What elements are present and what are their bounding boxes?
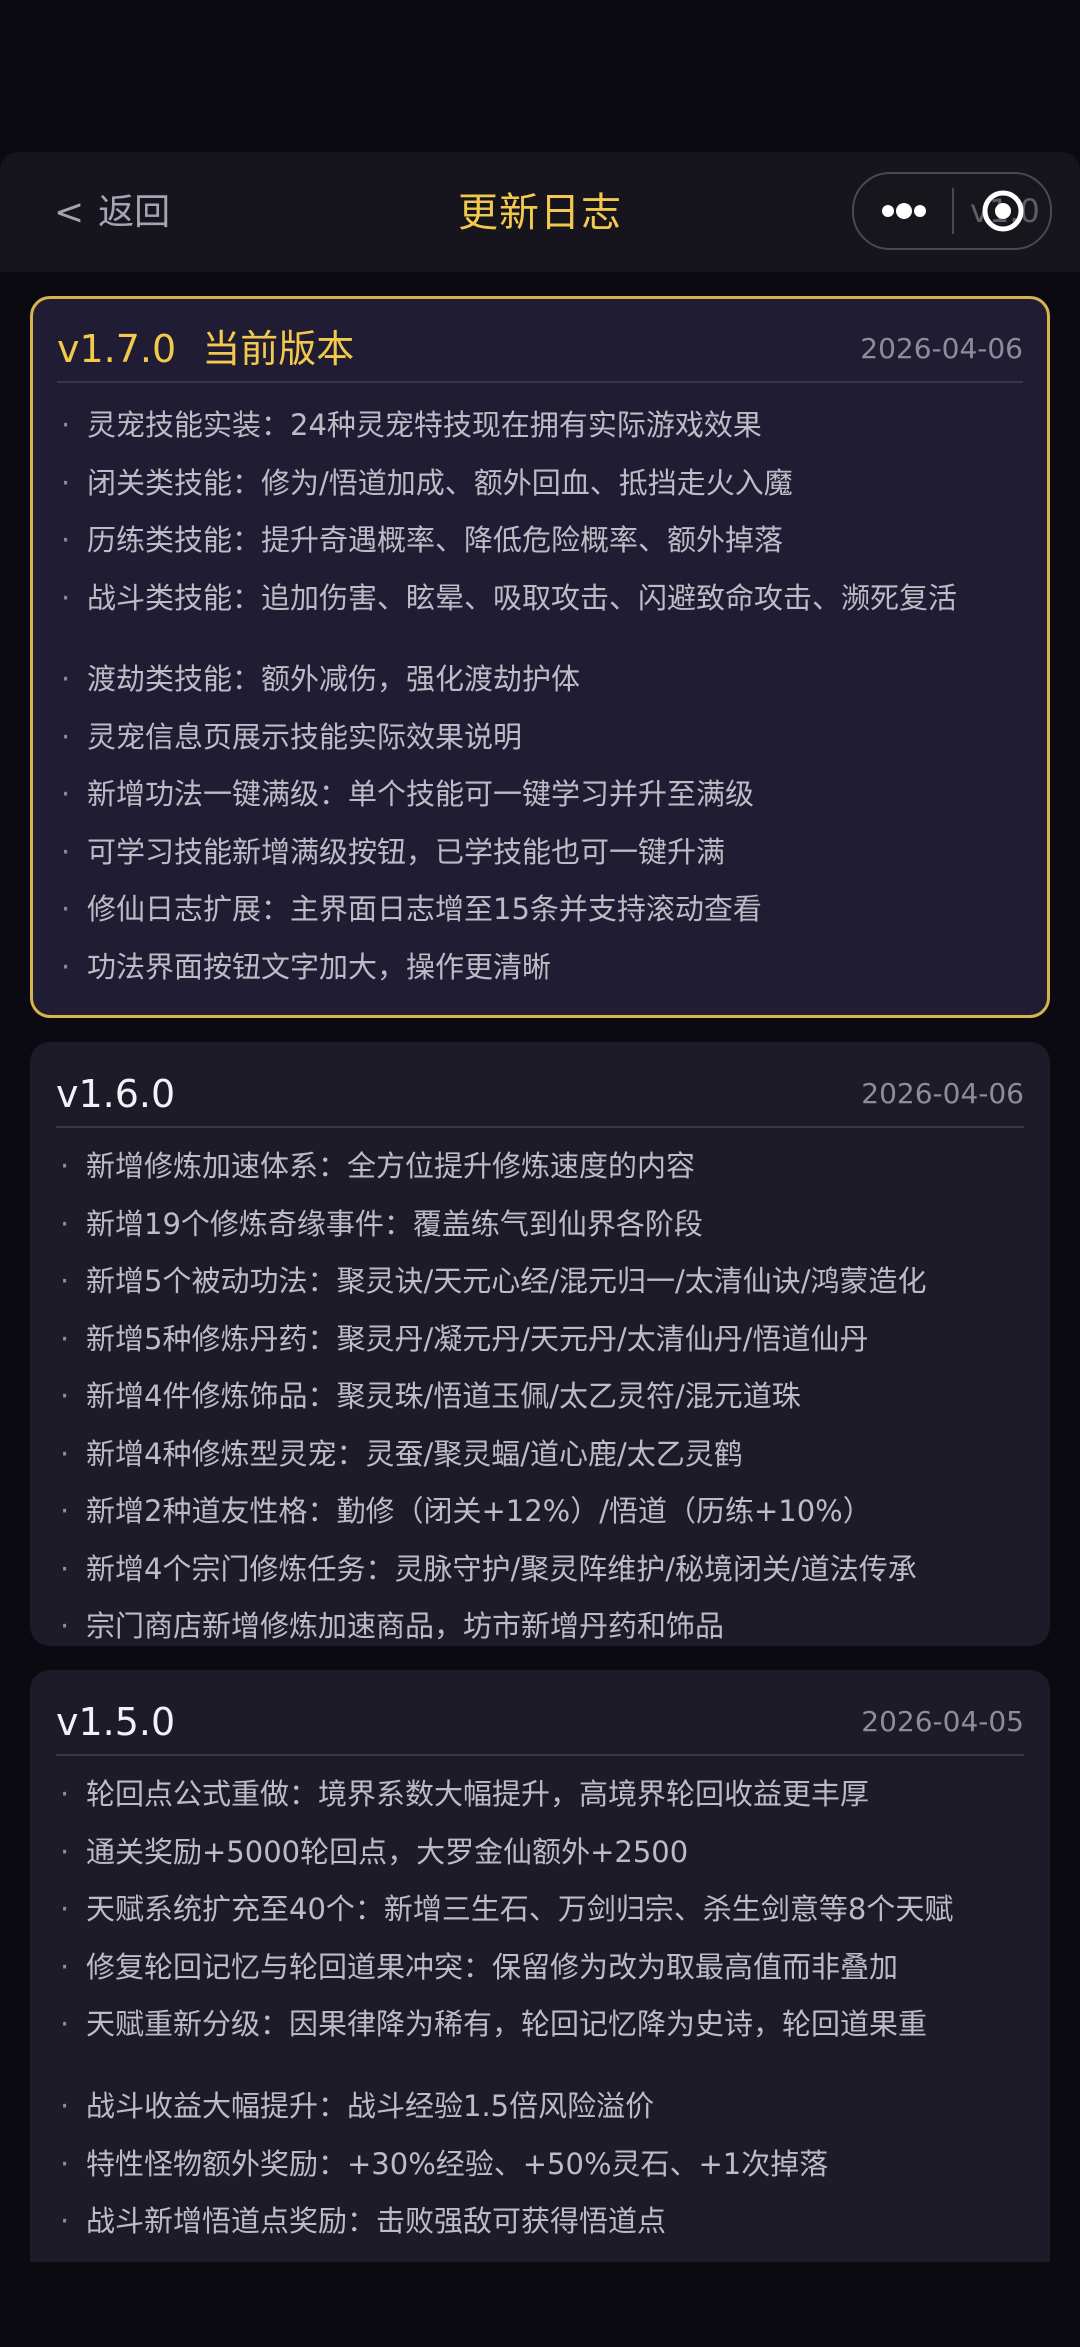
list-item: · 灵宠技能实装：24种灵宠特技现在拥有实际游戏效果 <box>61 408 762 442</box>
version-number: v1.5.0 <box>56 1700 176 1744</box>
version-title: v1.5.0 <box>56 1698 175 1746</box>
list-item: · 新增修炼加速体系：全方位提升修炼速度的内容 <box>60 1149 696 1183</box>
version-date: 2026-04-06 <box>860 332 1023 365</box>
changelog-list[interactable]: v1.7.0 当前版本 2026-04-06 · 灵宠技能实装：24种灵宠特技现在拥… <box>0 272 1080 2262</box>
list-item: · 天赋重新分级：因果律降为稀有，轮回记忆降为史诗，轮回道果重 <box>60 2007 928 2041</box>
list-item: · 新增2种道友性格：勤修（闭关+12%）/悟道（历练+10%） <box>60 1494 872 1528</box>
list-item: · 可学习技能新增满级按钮，已学技能也可一键升满 <box>61 835 726 869</box>
list-item: · 宗门商店新增修炼加速商品，坊市新增丹药和饰品 <box>60 1609 725 1643</box>
list-item: · 灵宠信息页展示技能实际效果说明 <box>61 720 523 754</box>
list-item: · 战斗新增悟道点奖励：击败强敌可获得悟道点 <box>60 2204 667 2238</box>
bottom-safe-area <box>0 2262 1080 2347</box>
list-item: · 通关奖励+5000轮回点，大罗金仙额外+2500 <box>60 1835 689 1869</box>
version-number: v1.6.0 <box>56 1072 176 1116</box>
list-item: · 新增5个被动功法：聚灵诀/天元心经/混元归一/太清仙诀/鸿蒙造化 <box>60 1264 927 1298</box>
list-item: · 新增4个宗门修炼任务：灵脉守护/聚灵阵维护/秘境闭关/道法传承 <box>60 1552 917 1586</box>
target-close-icon <box>982 190 1024 232</box>
version-card-header: v1.7.0 当前版本 2026-04-06 <box>57 325 1023 383</box>
list-item: · 新增19个修炼奇缘事件：覆盖练气到仙界各阶段 <box>60 1207 703 1241</box>
list-item: · 历练类技能：提升奇遇概率、降低危险概率、额外掉落 <box>61 523 784 557</box>
list-item: · 新增4件修炼饰品：聚灵珠/悟道玉佩/太乙灵符/混元道珠 <box>60 1379 801 1413</box>
version-card: v1.5.0 2026-04-05 · 轮回点公式重做：境界系数大幅提升，高境界轮… <box>30 1670 1050 2262</box>
more-options-button[interactable] <box>872 186 936 236</box>
version-title: v1.7.0 当前版本 <box>57 325 354 373</box>
version-card-header: v1.6.0 2026-04-06 <box>56 1070 1024 1128</box>
current-version-tag: 当前版本 <box>202 327 355 371</box>
list-item: · 修仙日志扩展：主界面日志增至15条并支持滚动查看 <box>61 892 762 926</box>
list-item: · 渡劫类技能：额外减伤，强化渡劫护体 <box>61 662 581 696</box>
list-item: · 轮回点公式重做：境界系数大幅提升，高境界轮回收益更丰厚 <box>60 1777 870 1811</box>
version-card: v1.6.0 2026-04-06 · 新增修炼加速体系：全方位提升修炼速度的内容… <box>30 1042 1050 1646</box>
list-item: · 新增功法一键满级：单个技能可一键学习并升至满级 <box>61 777 755 811</box>
changelog-screen: <返回 更新日志 v1.0 <box>0 0 1080 2347</box>
list-item: · 新增5种修炼丹药：聚灵丹/凝元丹/天元丹/太清仙丹/悟道仙丹 <box>60 1322 869 1356</box>
capsule-divider <box>952 188 954 234</box>
list-item: · 特性怪物额外奖励：+30%经验、+50%灵石、+1次掉落 <box>60 2147 829 2181</box>
list-item: · 新增4种修炼型灵宠：灵蚕/聚灵蝠/道心鹿/太乙灵鹤 <box>60 1437 743 1471</box>
list-item: · 天赋系统扩充至40个：新增三生石、万剑归宗、杀生剑意等8个天赋 <box>60 1892 954 1926</box>
list-item: · 闭关类技能：修为/悟道加成、额外回血、抵挡走火入魔 <box>61 466 793 500</box>
status-bar-area <box>0 0 1080 152</box>
mini-program-capsule: v1.0 <box>852 172 1052 250</box>
list-item: · 战斗类技能：追加伤害、眩晕、吸取攻击、闪避致命攻击、濒死复活 <box>61 581 958 615</box>
list-item: · 修复轮回记忆与轮回道果冲突：保留修为改为取最高值而非叠加 <box>60 1950 899 1984</box>
version-date: 2026-04-06 <box>861 1077 1024 1110</box>
list-item: · 功法界面按钮文字加大，操作更清晰 <box>61 950 552 984</box>
version-card-header: v1.5.0 2026-04-05 <box>56 1698 1024 1756</box>
version-number: v1.7.0 <box>57 327 177 371</box>
version-card-current: v1.7.0 当前版本 2026-04-06 · 灵宠技能实装：24种灵宠特技现在拥… <box>30 296 1050 1018</box>
list-item: · 战斗收益大幅提升：战斗经验1.5倍风险溢价 <box>60 2089 655 2123</box>
version-date: 2026-04-05 <box>861 1705 1024 1738</box>
nav-bar: <返回 更新日志 v1.0 <box>0 152 1080 274</box>
close-mini-program-button[interactable] <box>980 188 1026 234</box>
version-title: v1.6.0 <box>56 1070 175 1118</box>
more-dots-icon <box>882 203 926 219</box>
